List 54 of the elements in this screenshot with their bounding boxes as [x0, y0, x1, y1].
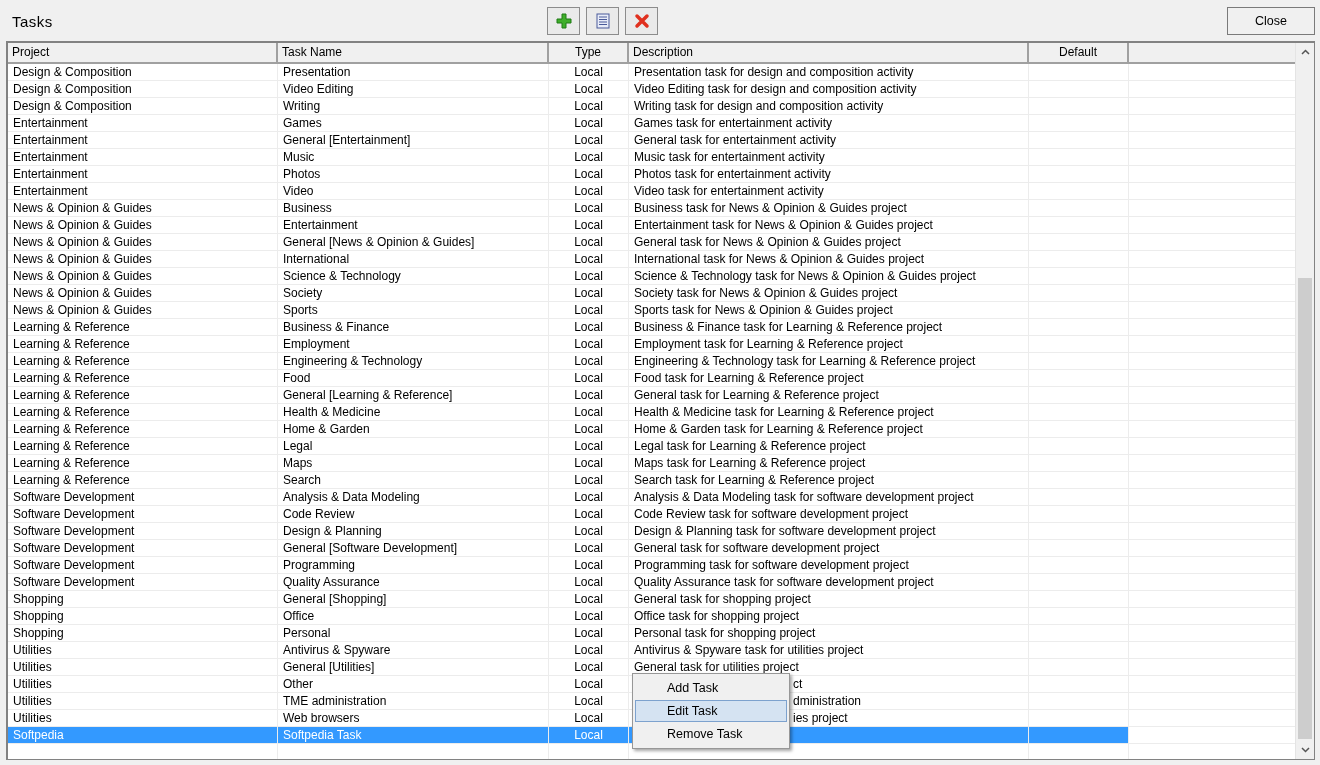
edit-button[interactable]: [586, 6, 619, 35]
column-header[interactable]: Task Name: [278, 43, 549, 62]
table-row[interactable]: Utilities General [Utilities] Local General task for utilities project: [8, 659, 1129, 676]
table-row[interactable]: Shopping Office Local Office task for shopping project: [8, 608, 1129, 625]
table-row[interactable]: Learning & Reference Home & Garden Local Home & Garden task for Learning & Reference project: [8, 421, 1129, 438]
table-row[interactable]: Shopping General [Shopping] Local General task for shopping project: [8, 591, 1129, 608]
table-row[interactable]: Software Development Analysis & Data Modeling Local Analysis & Data Modeling task for software development project: [8, 489, 1129, 506]
plus-icon: [555, 12, 572, 29]
table-row[interactable]: Entertainment Video Local Video task for entertainment activity: [8, 183, 1129, 200]
table-row[interactable]: Learning & Reference Business & Finance Local Business & Finance task for Learning & Reference project: [8, 319, 1129, 336]
table-row[interactable]: Software Development Code Review Local Code Review task for software development project: [8, 506, 1129, 523]
column-header[interactable]: Project: [8, 43, 278, 62]
scrollbar-thumb[interactable]: [1298, 278, 1312, 739]
table-row[interactable]: Learning & Reference Health & Medicine Local Health & Medicine task for Learning & Reference project: [8, 404, 1129, 421]
table-row[interactable]: News & Opinion & Guides Business Local Business task for News & Opinion & Guides project: [8, 200, 1129, 217]
table-row[interactable]: Learning & Reference General [Learning & Reference] Local General task for Learning & Reference project: [8, 387, 1129, 404]
table-row[interactable]: News & Opinion & Guides Society Local Society task for News & Opinion & Guides project: [8, 285, 1129, 302]
delete-button[interactable]: [625, 6, 658, 35]
table-row[interactable]: News & Opinion & Guides Sports Local Sports task for News & Opinion & Guides project: [8, 302, 1129, 319]
table-row[interactable]: Software Development Programming Local Programming task for software development project: [8, 557, 1129, 574]
table-row[interactable]: Software Development Design & Planning Local Design & Planning task for software development project: [8, 523, 1129, 540]
table-cell: Local: [549, 727, 629, 744]
add-button[interactable]: [547, 6, 580, 35]
table-cell: Softpedia Task: [278, 727, 549, 744]
document-icon: [595, 12, 610, 29]
table-row[interactable]: Utilities Antivirus & Spyware Local Antivirus & Spyware task for utilities project: [8, 642, 1129, 659]
table-row[interactable]: Design & Composition Presentation Local Presentation task for design and composition activity: [8, 64, 1129, 81]
table-row[interactable]: Learning & Reference Legal Local Legal task for Learning & Reference project: [8, 438, 1129, 455]
table-row[interactable]: Learning & Reference Search Local Search task for Learning & Reference project: [8, 472, 1129, 489]
column-header[interactable]: Description: [629, 43, 1029, 62]
table-row[interactable]: News & Opinion & Guides Science & Technology Local Science & Technology task for News & Opinion & Guides project: [8, 268, 1129, 285]
table-row[interactable]: Software Development General [Software Development] Local General task for software development project: [8, 540, 1129, 557]
table-row[interactable]: Learning & Reference Engineering & Technology Local Engineering & Technology task for Learning & Reference project: [8, 353, 1129, 370]
table-row[interactable]: Entertainment Games Local Games task for entertainment activity: [8, 115, 1129, 132]
table-row[interactable]: Learning & Reference Employment Local Employment task for Learning & Reference project: [8, 336, 1129, 353]
window-title: Tasks: [12, 12, 54, 30]
close-button[interactable]: Close: [1227, 6, 1315, 35]
table-row[interactable]: Learning & Reference Food Local Food task for Learning & Reference project: [8, 370, 1129, 387]
scrollbar[interactable]: [1295, 43, 1314, 759]
table-row[interactable]: News & Opinion & Guides Entertainment Local Entertainment task for News & Opinion & Guides project: [8, 217, 1129, 234]
table-cell: Softpedia: [8, 727, 278, 744]
table-row[interactable]: Entertainment Photos Local Photos task for entertainment activity: [8, 166, 1129, 183]
column-header[interactable]: Default: [1029, 43, 1129, 62]
table-row[interactable]: Shopping Personal Local Personal task for shopping project: [8, 625, 1129, 642]
column-header[interactable]: Type: [549, 43, 629, 62]
table-row[interactable]: Entertainment General [Entertainment] Local General task for entertainment activity: [8, 132, 1129, 149]
table-row[interactable]: Design & Composition Writing Local Writing task for design and composition activity: [8, 98, 1129, 115]
close-icon: [633, 12, 650, 29]
table-row[interactable]: Software Development Quality Assurance Local Quality Assurance task for software development project: [8, 574, 1129, 591]
table-row[interactable]: Entertainment Music Local Music task for entertainment activity: [8, 149, 1129, 166]
table-row[interactable]: Learning & Reference Maps Local Maps task for Learning & Reference project: [8, 455, 1129, 472]
table-row[interactable]: Design & Composition Video Editing Local Video Editing task for design and composition activity: [8, 81, 1129, 98]
table-row[interactable]: News & Opinion & Guides General [News & Opinion & Guides] Local General task for News & Opinion & Guides project: [8, 234, 1129, 251]
table-row[interactable]: News & Opinion & Guides International Local International task for News & Opinion & Guides project: [8, 251, 1129, 268]
